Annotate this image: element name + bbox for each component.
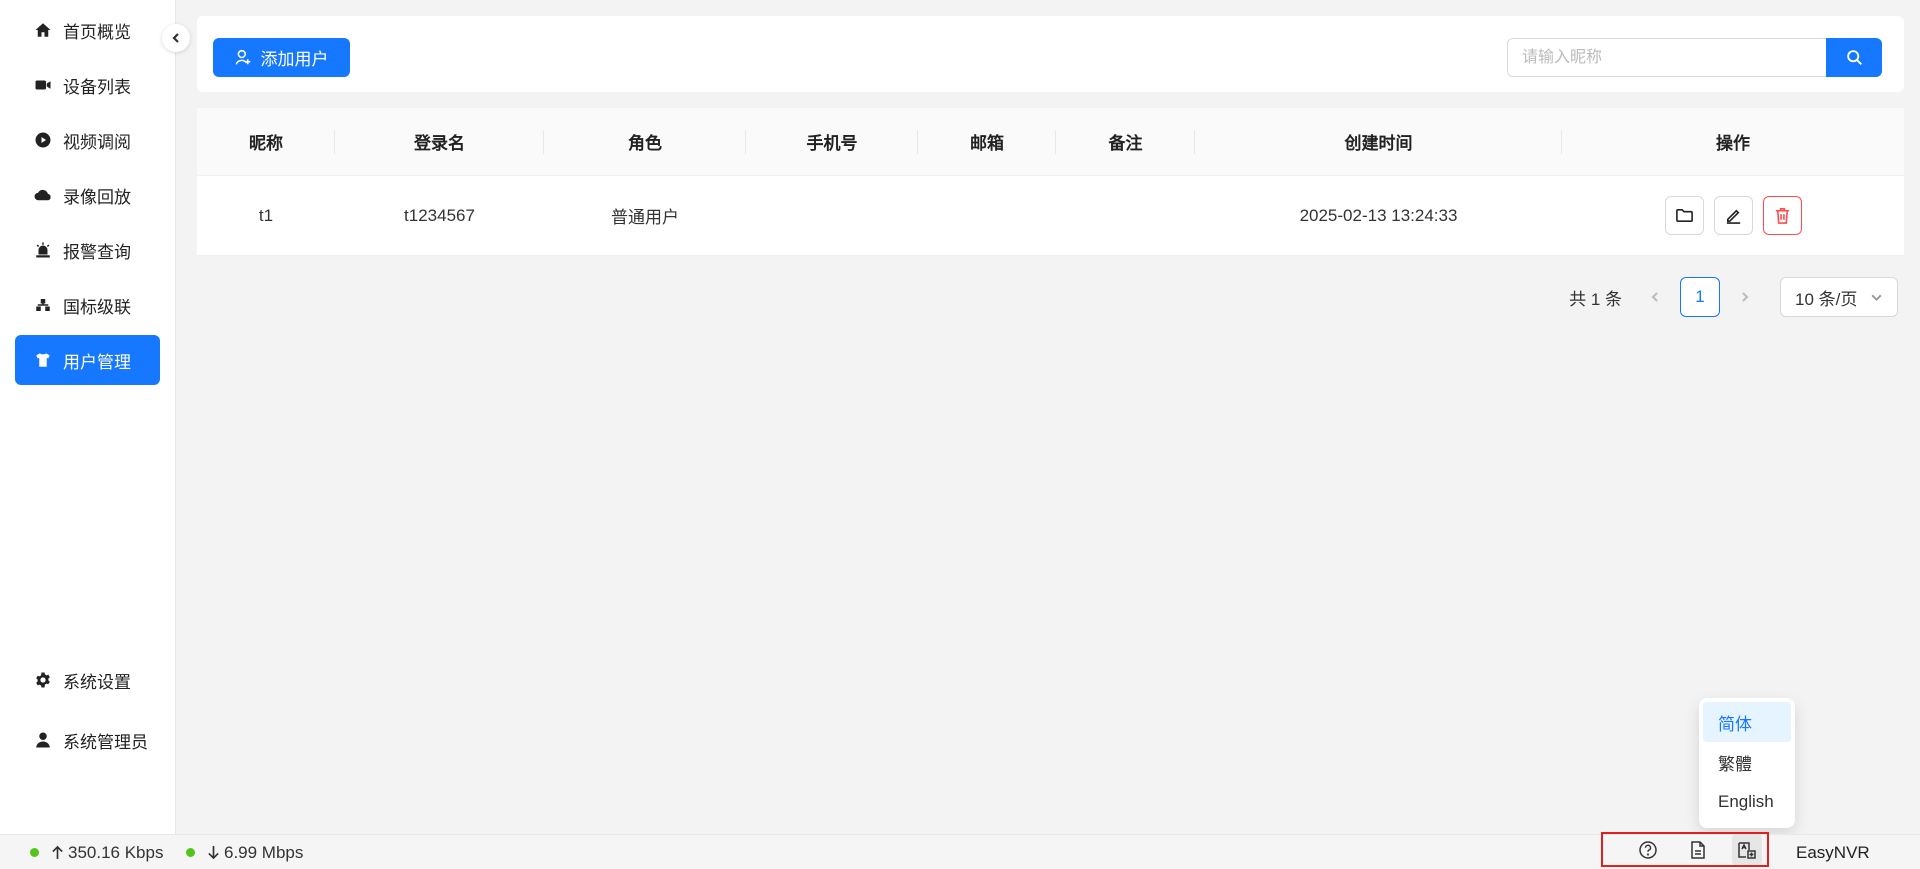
chevron-left-icon xyxy=(172,33,179,43)
sidebar-item-video[interactable]: 视频调阅 xyxy=(15,115,160,165)
sidebar-item-cascade[interactable]: 国标级联 xyxy=(15,280,160,330)
edit-button[interactable] xyxy=(1713,196,1753,235)
arrow-down-icon xyxy=(208,846,219,860)
add-user-button[interactable]: 添加用户 xyxy=(213,38,350,77)
upload-rate-value: 350.16 Kbps xyxy=(68,842,164,862)
toolbar-highlight xyxy=(1601,832,1769,867)
download-rate: 6.99 Mbps xyxy=(186,835,303,869)
column-header: 备注 xyxy=(1056,108,1195,175)
chevron-down-icon xyxy=(1871,294,1882,301)
play-circle-icon xyxy=(33,130,53,150)
cell-email xyxy=(918,176,1056,255)
help-button[interactable] xyxy=(1633,834,1663,865)
search-button[interactable] xyxy=(1826,38,1882,77)
table-header: 昵称 登录名 角色 手机号 邮箱 备注 创建时间 操作 xyxy=(197,108,1904,176)
sidebar-item-label: 录像回放 xyxy=(63,187,131,207)
cell-phone xyxy=(746,176,918,255)
sidebar-item-admin[interactable]: 系统管理员 xyxy=(15,715,160,765)
prev-page-button[interactable] xyxy=(1638,280,1672,314)
status-dot xyxy=(30,848,39,857)
sidebar-item-label: 用户管理 xyxy=(63,352,131,372)
cell-actions xyxy=(1562,176,1904,255)
search-input[interactable] xyxy=(1507,38,1826,77)
cell-role: 普通用户 xyxy=(611,208,679,227)
gear-icon xyxy=(33,670,53,690)
cascade-icon xyxy=(33,295,53,315)
page-number[interactable]: 1 xyxy=(1680,277,1720,317)
sidebar-item-label: 设备列表 xyxy=(63,77,131,97)
language-option-traditional[interactable]: 繁體 xyxy=(1703,742,1791,782)
column-header: 登录名 xyxy=(335,108,544,175)
sidebar-item-label: 国标级联 xyxy=(63,297,131,317)
translate-icon xyxy=(1738,841,1756,859)
download-rate-value: 6.99 Mbps xyxy=(224,842,304,862)
pagination: 共 1 条 1 10 条/页 xyxy=(1569,277,1898,317)
table-row: t1 t1234567 普通用户 2025-02-13 13:24:33 xyxy=(197,176,1904,256)
folder-button[interactable] xyxy=(1664,196,1704,235)
add-user-label: 添加用户 xyxy=(260,50,329,69)
add-user-icon xyxy=(235,49,250,65)
sidebar-item-users[interactable]: 用户管理 xyxy=(15,335,160,385)
cell-login: t1234567 xyxy=(404,205,475,225)
language-menu: 简体 繁體 English xyxy=(1699,698,1795,828)
sidebar-item-playback[interactable]: 录像回放 xyxy=(15,170,160,220)
sidebar-collapse-button[interactable] xyxy=(162,24,190,52)
brand-name: EasyNVR xyxy=(1796,842,1870,862)
toolbar: 添加用户 xyxy=(197,16,1904,92)
document-button[interactable] xyxy=(1683,834,1713,865)
column-header: 手机号 xyxy=(746,108,918,175)
status-dot xyxy=(186,848,195,857)
sidebar-item-overview[interactable]: 首页概览 xyxy=(15,5,160,55)
chevron-left-icon xyxy=(1651,292,1658,302)
trash-icon xyxy=(1775,208,1789,224)
cell-created: 2025-02-13 13:24:33 xyxy=(1299,205,1458,225)
column-header: 操作 xyxy=(1716,134,1750,153)
language-option-english[interactable]: English xyxy=(1703,782,1791,822)
sidebar-item-settings[interactable]: 系统设置 xyxy=(15,655,160,705)
column-header: 角色 xyxy=(544,108,746,175)
column-header: 创建时间 xyxy=(1195,108,1562,175)
shirt-icon xyxy=(33,350,53,370)
page-size-value: 10 条/页 xyxy=(1795,289,1858,309)
user-icon xyxy=(33,730,53,750)
user-table: 昵称 登录名 角色 手机号 邮箱 备注 创建时间 操作 t1 t1234567 … xyxy=(197,108,1904,256)
pagination-total: 共 1 条 xyxy=(1569,289,1622,309)
cell-remark xyxy=(1056,176,1195,255)
edit-icon xyxy=(1726,209,1740,224)
column-header: 邮箱 xyxy=(918,108,1056,175)
folder-icon xyxy=(1675,208,1693,223)
chevron-right-icon xyxy=(1742,292,1749,302)
sidebar-item-label: 报警查询 xyxy=(63,242,131,262)
sidebar-item-label: 首页概览 xyxy=(63,22,131,42)
document-icon xyxy=(1691,840,1705,859)
column-header: 昵称 xyxy=(197,108,335,175)
arrow-up-icon xyxy=(52,845,63,859)
camera-icon xyxy=(33,75,53,95)
delete-button[interactable] xyxy=(1762,196,1802,235)
cell-nickname: t1 xyxy=(258,205,274,225)
language-option-simplified[interactable]: 简体 xyxy=(1703,702,1791,742)
home-icon xyxy=(33,20,53,40)
help-icon xyxy=(1639,840,1657,859)
page-size-select[interactable]: 10 条/页 xyxy=(1780,277,1898,317)
alarm-icon xyxy=(33,240,53,260)
sidebar-item-label: 系统管理员 xyxy=(63,732,148,752)
sidebar: 首页概览 设备列表 视频调阅 录像回放 报警查询 国标级联 用户管理 系统设置 … xyxy=(0,0,176,834)
upload-rate: 350.16 Kbps xyxy=(30,835,163,869)
next-page-button[interactable] xyxy=(1728,280,1762,314)
search-icon xyxy=(1846,50,1862,65)
sidebar-item-label: 系统设置 xyxy=(63,672,131,692)
cloud-icon xyxy=(33,185,53,205)
language-button[interactable] xyxy=(1732,834,1762,865)
sidebar-item-alarm[interactable]: 报警查询 xyxy=(15,225,160,275)
sidebar-item-devices[interactable]: 设备列表 xyxy=(15,60,160,110)
sidebar-item-label: 视频调阅 xyxy=(63,132,131,152)
